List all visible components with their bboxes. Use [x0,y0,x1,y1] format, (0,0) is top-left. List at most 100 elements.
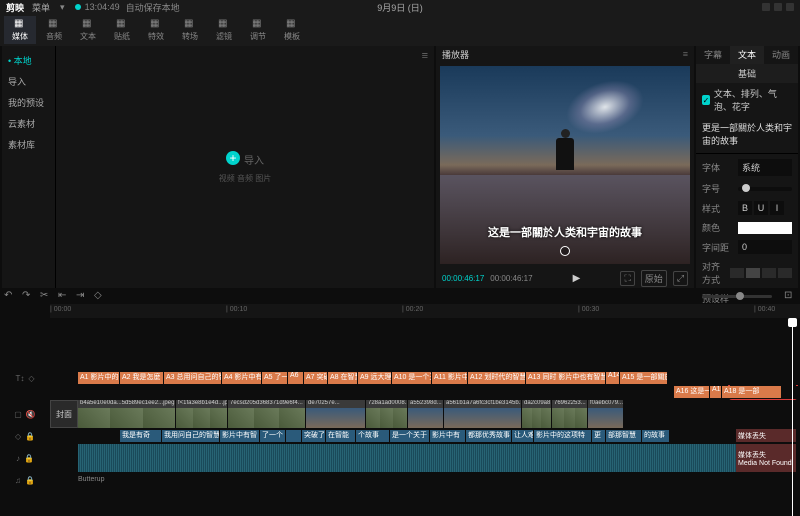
delete-left-button[interactable]: ⇤ [58,290,70,302]
textclip[interactable]: A2 我是怎麼 [120,372,164,384]
media-sidebar-item[interactable]: 素材库 [2,134,55,155]
subclip[interactable]: 在智能 [326,430,356,442]
subclip[interactable]: 都那优秀故事 [466,430,512,442]
track-audio-icon[interactable]: ♪ [16,454,20,463]
fit-button[interactable]: 原始 [641,270,667,287]
textclip[interactable]: A13 同时 影片中也有智慧 了最大 [526,372,606,384]
subclip[interactable]: 了一个 [260,430,286,442]
playhead[interactable] [792,318,793,516]
track-sub-lock-icon[interactable]: 🔒 [25,432,35,441]
split-button[interactable]: ✂ [40,290,52,302]
track-video-icon[interactable]: ▢ [14,410,22,419]
align-left-button[interactable] [730,268,744,278]
media-sidebar-item[interactable]: 云素材 [2,113,55,134]
subclip[interactable]: 影片中的这项特 [534,430,592,442]
undo-button[interactable]: ↶ [4,290,16,302]
media-sidebar-item[interactable]: • 本地 [2,50,55,71]
tool-sticker[interactable]: ▦贴纸 [106,16,138,44]
tool-transition[interactable]: ▦转场 [174,16,206,44]
vidclip[interactable]: da2c09a8... [522,400,552,428]
track-music-icon[interactable]: ♫ [15,476,21,485]
textclip[interactable]: A6 [288,372,304,384]
preview-menu-icon[interactable]: ≡ [683,49,688,59]
textclip[interactable]: A7 突破了 [304,372,328,384]
window-min-icon[interactable] [762,3,770,11]
font-select[interactable]: 系统 [738,159,792,176]
subclip[interactable]: 部那智慧 [606,430,642,442]
subclip[interactable]: 个故事 [356,430,390,442]
delete-right-button[interactable]: ⇥ [76,290,88,302]
align-justify-button[interactable] [778,268,792,278]
subclip[interactable]: 的故事 [642,430,670,442]
textclip[interactable]: A17 [710,386,722,398]
bold-button[interactable]: B [738,201,752,215]
tool-effect[interactable]: ▦特效 [140,16,172,44]
textclip[interactable]: A5 了一个 [262,372,288,384]
spacing-input[interactable]: 0 [738,240,792,254]
fullscreen-button[interactable]: ⤢ [673,271,688,286]
redo-button[interactable]: ↷ [22,290,34,302]
tool-audio[interactable]: ▦音频 [38,16,70,44]
tool-template[interactable]: ▦模板 [276,16,308,44]
track-sub-icon[interactable]: ◇ [15,432,21,441]
textclip[interactable]: A15 是一部關於 [620,372,668,384]
vidclip[interactable]: 76962253... [552,400,588,428]
subclip[interactable]: 影片中有智 [220,430,260,442]
vidclip[interactable]: f<1fa3e8b1e4d...jpeg [176,400,228,428]
textclip[interactable]: A11 影片中有 [432,372,468,384]
media-error-box-2[interactable]: 媒体丢失 Media Not Found [736,444,796,472]
tool-text[interactable]: ▦文本 [72,16,104,44]
media-sidebar-item[interactable]: 导入 [2,71,55,92]
vidclip[interactable]: b4a5e10e0da...5d589ec1ee2...jpeg [78,400,176,428]
window-close-icon[interactable] [786,3,794,11]
textclip[interactable]: A12 划时代的智慧 让人难 [468,372,526,384]
subclip[interactable]: 突破了 [302,430,326,442]
inspector-tab[interactable]: 动画 [764,46,798,64]
align-right-button[interactable] [762,268,776,278]
audio-name[interactable]: Butterup [78,476,104,483]
preview-caption[interactable]: 这是一部關於人类和宇宙的故事 [488,224,642,240]
media-error-box[interactable]: 媒体丢失 [736,429,796,442]
ratio-button[interactable]: ⛶ [620,271,634,286]
size-slider[interactable] [738,187,792,191]
subclip[interactable]: 更 [592,430,606,442]
text-type-checkbox[interactable]: ✓ [702,95,710,105]
textclip[interactable]: A3 总用问自己的智慧 [164,372,222,384]
preview-viewport[interactable]: 这是一部關於人类和宇宙的故事 [440,66,690,264]
inspector-tab[interactable]: 字幕 [696,46,730,64]
subclip[interactable] [286,430,302,442]
track-text-icon[interactable]: T↕ [15,374,24,383]
window-max-icon[interactable] [774,3,782,11]
track-music-lock-icon[interactable]: 🔒 [25,476,35,485]
underline-button[interactable]: U [754,201,768,215]
audio-clip[interactable] [78,444,744,472]
caption-anchor-icon[interactable] [560,246,570,256]
textclip[interactable]: A9 远大理想 [358,372,392,384]
textclip[interactable]: A1 影片中的奇妙 [78,372,120,384]
vidclip[interactable]: 7ecsd205d368371d9e6f4... [228,400,306,428]
import-media-button[interactable]: + 导入 视频 音频 图片 [219,151,271,184]
track-mute-icon[interactable]: 🔇 [26,410,36,419]
subclip[interactable]: 是一个关于 [390,430,430,442]
align-center-button[interactable] [746,268,760,278]
mark-button[interactable]: ◇ [94,290,106,302]
vidclip[interactable]: f0aebc079... [588,400,624,428]
textclip[interactable]: A4 影片中有智 [222,372,262,384]
zoom-slider[interactable] [702,295,772,298]
panel-menu-icon[interactable]: ≡ [422,50,428,62]
text-content[interactable]: 更是一部關於人类和宇宙的故事 [696,117,798,151]
vidclip[interactable]: a561b1a7a6fc3cf1be3145b... [444,400,522,428]
textclip[interactable]: A10 是一个天才 [392,372,432,384]
subclip[interactable]: 影片中有 [430,430,466,442]
tool-filter[interactable]: ▦滤镜 [208,16,240,44]
subclip[interactable]: 我是有奇 [120,430,162,442]
media-sidebar-item[interactable]: 我的预设 [2,92,55,113]
play-button[interactable]: ▶ [573,273,581,284]
subclip[interactable]: 让人难 [512,430,534,442]
italic-button[interactable]: I [770,201,784,215]
cover-button[interactable]: 封面 [50,400,78,428]
vidclip[interactable]: de70257e... [306,400,366,428]
subclip[interactable]: 我用问自己的智慧 [162,430,220,442]
tool-adjust[interactable]: ▦调节 [242,16,274,44]
textclip[interactable]: A18 是一部 [722,386,782,398]
